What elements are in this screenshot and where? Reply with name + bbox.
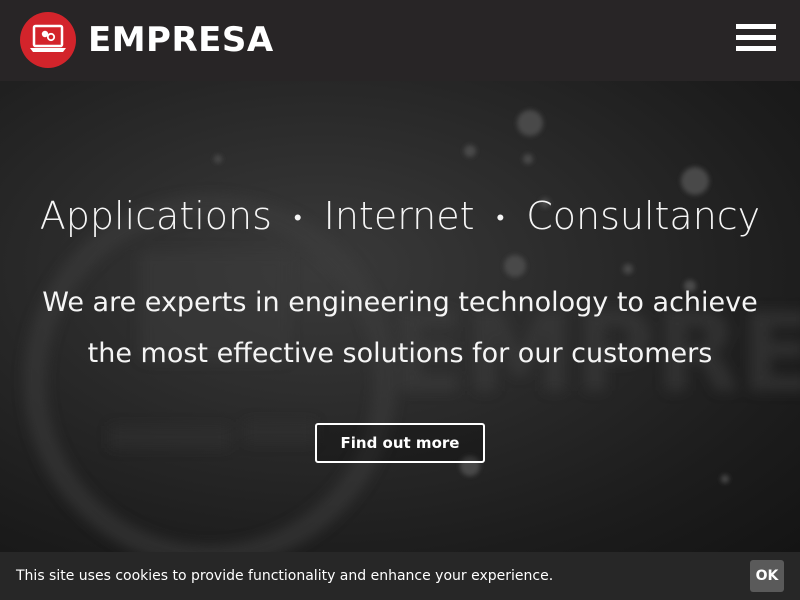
cookie-message: This site uses cookies to provide functi… (16, 568, 554, 584)
title-applications: Applications (39, 194, 272, 238)
hamburger-menu-icon[interactable] (736, 24, 776, 54)
title-separator-dot: • (293, 205, 302, 231)
cookie-consent-bar: This site uses cookies to provide functi… (0, 552, 800, 600)
cookie-ok-button[interactable]: OK (750, 560, 784, 592)
hero-description-line-2: the most effective solutions for our cus… (87, 338, 713, 369)
site-header: EMPRESA (0, 0, 800, 81)
hero-title: Applications • Internet • Consultancy (0, 191, 800, 244)
brand-name[interactable]: EMPRESA (88, 18, 274, 62)
hero-description-line-1: We are experts in engineering technology… (42, 287, 758, 318)
hero-section: EMPRESA Applications•Internet•Consultanc… (0, 81, 800, 552)
title-separator-dot: • (496, 205, 505, 231)
hero-description: We are experts in engineering technology… (20, 277, 780, 379)
title-consultancy: Consultancy (526, 194, 761, 238)
title-internet: Internet (323, 194, 475, 238)
find-out-more-button[interactable]: Find out more (315, 423, 485, 463)
laptop-logo-icon[interactable] (20, 12, 76, 68)
